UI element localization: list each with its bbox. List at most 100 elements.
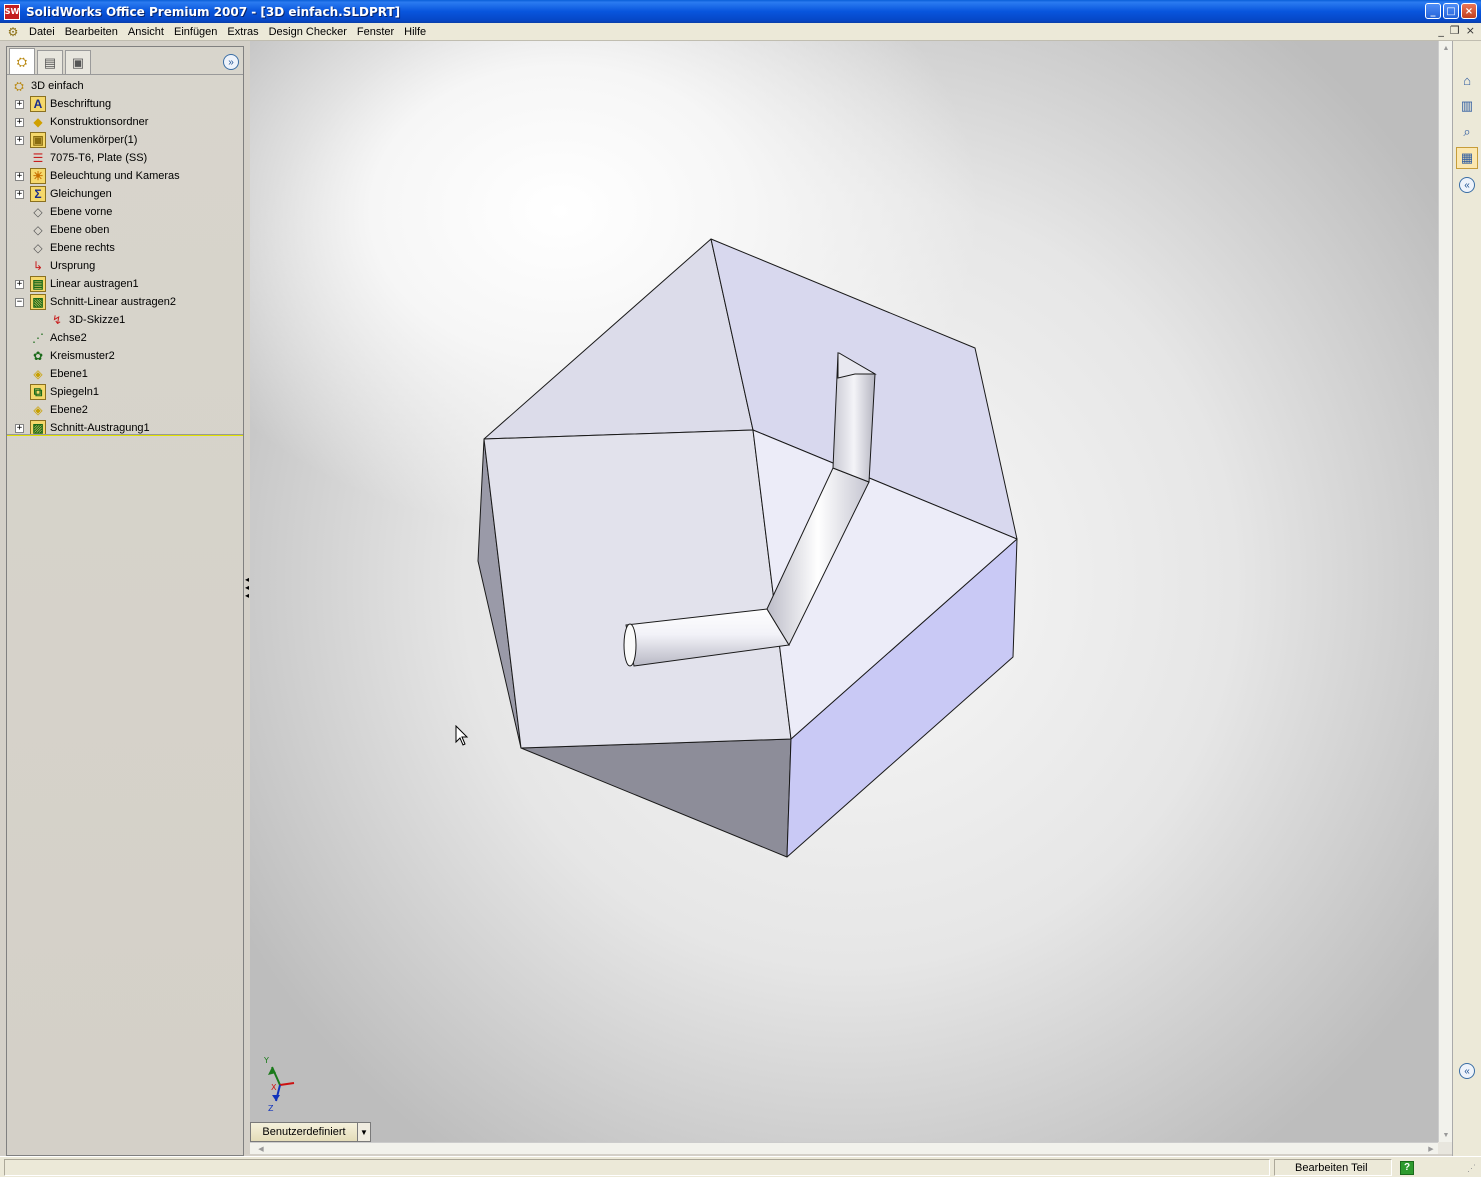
minimize-button[interactable]: _ xyxy=(1425,3,1441,19)
document-menu-icon[interactable]: ⚙ xyxy=(6,25,20,39)
view-orientation-dropdown[interactable]: ▼ xyxy=(358,1122,371,1142)
tree-item[interactable]: ◈ Ebene2 xyxy=(7,401,243,419)
scroll-down-icon[interactable]: ▼ xyxy=(1439,1128,1453,1142)
ref-plane-icon: ◈ xyxy=(33,403,43,417)
menu-bar: ⚙ Datei Bearbeiten Ansicht Einfügen Extr… xyxy=(0,23,1481,41)
3d-sketch-icon: ↯ xyxy=(51,313,63,327)
tree-item-label: Spiegeln1 xyxy=(50,386,99,398)
plane-icon: ◇ xyxy=(33,223,43,237)
scroll-up-icon[interactable]: ▲ xyxy=(1439,41,1453,55)
feature-manager-panel: ⛭ ▤ ▣ » ⛭ 3D einfach + A Beschriftung + ◆ Kon… xyxy=(6,46,244,1156)
tree-item[interactable]: ◈ Ebene1 xyxy=(7,365,243,383)
tree-item[interactable]: + Σ Gleichungen xyxy=(7,185,243,203)
annotations-icon: A xyxy=(30,96,46,112)
face-front-left xyxy=(483,429,792,749)
title-bar[interactable]: SW SolidWorks Office Premium 2007 - [3D … xyxy=(0,0,1481,23)
plane-icon: ◇ xyxy=(33,205,43,219)
menu-fenster[interactable]: Fenster xyxy=(352,24,399,40)
tree-item[interactable]: ↳ Ursprung xyxy=(7,257,243,275)
expand-icon[interactable]: + xyxy=(15,135,24,145)
expand-icon[interactable]: + xyxy=(15,117,24,127)
tab-feature-manager[interactable]: ⛭ xyxy=(9,48,35,74)
collapse-icon[interactable]: − xyxy=(15,297,24,307)
tree-item-label: 3D-Skizze1 xyxy=(69,314,126,326)
expand-icon[interactable]: + xyxy=(15,423,24,433)
tab-configuration-manager[interactable]: ▣ xyxy=(65,50,91,74)
tree-item[interactable]: ◇ Ebene vorne xyxy=(7,203,243,221)
menu-extras[interactable]: Extras xyxy=(222,24,263,40)
rollback-bar[interactable] xyxy=(7,434,243,436)
double-chevron-right-icon: » xyxy=(228,56,234,68)
doc-minimize-button[interactable]: _ xyxy=(1438,24,1444,37)
help-icon: ? xyxy=(1400,1160,1414,1175)
material-icon: ☰ xyxy=(32,151,44,165)
task-pane-expand-button[interactable]: « xyxy=(1459,177,1475,193)
close-button[interactable]: × xyxy=(1461,3,1477,19)
expand-icon[interactable]: + xyxy=(15,279,24,289)
file-explorer-button[interactable]: ⌕ xyxy=(1456,121,1478,143)
tree-item-label: Kreismuster2 xyxy=(50,350,115,362)
tree-item[interactable]: ↯ 3D-Skizze1 xyxy=(7,311,243,329)
vertical-scrollbar[interactable]: ▲ ▼ xyxy=(1438,41,1452,1142)
view-orientation-selector[interactable]: Benutzerdefiniert ▼ xyxy=(250,1122,371,1142)
menu-bearbeiten[interactable]: Bearbeiten xyxy=(60,24,123,40)
panel-tabs: ⛭ ▤ ▣ » xyxy=(7,47,243,75)
tree-root[interactable]: ⛭ 3D einfach xyxy=(7,77,243,95)
home-icon: ⌂ xyxy=(1463,72,1471,88)
tree-item[interactable]: + ◆ Konstruktionsordner xyxy=(7,113,243,131)
expand-icon[interactable]: + xyxy=(15,171,24,181)
expand-icon[interactable]: + xyxy=(15,189,24,199)
tree-item[interactable]: + ☀ Beleuchtung und Kameras xyxy=(7,167,243,185)
tree-item[interactable]: + ▤ Linear austragen1 xyxy=(7,275,243,293)
quick-tips-button[interactable]: ? xyxy=(1396,1159,1418,1176)
menu-design-checker[interactable]: Design Checker xyxy=(264,24,352,40)
expand-icon[interactable]: + xyxy=(15,99,24,109)
menu-datei[interactable]: Datei xyxy=(24,24,60,40)
tree-item[interactable]: ◇ Ebene rechts xyxy=(7,239,243,257)
tree-item[interactable]: ⧉ Spiegeln1 xyxy=(7,383,243,401)
tab-property-manager[interactable]: ▤ xyxy=(37,50,63,74)
doc-restore-button[interactable]: ❐ xyxy=(1450,24,1460,37)
feature-tree: ⛭ 3D einfach + A Beschriftung + ◆ Konstruktio… xyxy=(7,75,243,437)
tree-item-label: Konstruktionsordner xyxy=(50,116,149,128)
menu-ansicht[interactable]: Ansicht xyxy=(123,24,169,40)
menu-einfuegen[interactable]: Einfügen xyxy=(169,24,222,40)
maximize-button[interactable]: □ xyxy=(1443,3,1459,19)
feature-manager-icon: ⛭ xyxy=(16,53,28,69)
tree-item[interactable]: ☰ 7075-T6, Plate (SS) xyxy=(7,149,243,167)
resize-grip-icon[interactable]: ⋰ xyxy=(1467,1163,1479,1175)
tree-item[interactable]: + A Beschriftung xyxy=(7,95,243,113)
origin-icon: ↳ xyxy=(32,259,44,273)
tree-item[interactable]: − ▧ Schnitt-Linear austragen2 xyxy=(7,293,243,311)
view-palette-button[interactable]: ▦ xyxy=(1456,147,1478,169)
axis-icon: ⋰ xyxy=(32,331,44,345)
menu-hilfe[interactable]: Hilfe xyxy=(399,24,431,40)
task-pane: ⌂ ▥ ⌕ ▦ « « xyxy=(1452,41,1481,1156)
view-orientation-name[interactable]: Benutzerdefiniert xyxy=(250,1122,358,1142)
horizontal-scrollbar[interactable]: ◀ ▶ xyxy=(250,1142,1438,1154)
doc-close-button[interactable]: × xyxy=(1466,24,1475,37)
task-pane-collapse-button[interactable]: « xyxy=(1459,1063,1475,1079)
design-library-button[interactable]: ▥ xyxy=(1456,95,1478,117)
tree-item[interactable]: ◇ Ebene oben xyxy=(7,221,243,239)
part-model[interactable] xyxy=(250,41,1438,1142)
tree-item[interactable]: ⋰ Achse2 xyxy=(7,329,243,347)
tree-item[interactable]: ✿ Kreismuster2 xyxy=(7,347,243,365)
tree-item[interactable]: + ▣ Volumenkörper(1) xyxy=(7,131,243,149)
circular-pattern-icon: ✿ xyxy=(32,349,44,363)
solidworks-app-icon[interactable]: SW xyxy=(4,3,20,20)
tree-item-label: Ebene2 xyxy=(50,404,88,416)
scroll-right-icon[interactable]: ▶ xyxy=(1424,1142,1438,1156)
part-icon: ⛭ xyxy=(14,78,24,93)
tree-item-label: Schnitt-Austragung1 xyxy=(50,422,150,434)
tree-item-label: Beleuchtung und Kameras xyxy=(50,170,180,182)
tree-item-label: Gleichungen xyxy=(50,188,112,200)
scroll-left-icon[interactable]: ◀ xyxy=(254,1142,268,1156)
status-mode: Bearbeiten Teil xyxy=(1274,1159,1392,1176)
solid-bodies-icon: ▣ xyxy=(30,132,46,148)
graphics-area[interactable]: Y X Z Benutzerdefiniert ▼ xyxy=(250,41,1438,1142)
tree-item-label: Ebene1 xyxy=(50,368,88,380)
expand-panel-button[interactable]: » xyxy=(223,54,239,70)
solidworks-resources-button[interactable]: ⌂ xyxy=(1456,69,1478,91)
solidworks-window: SW SolidWorks Office Premium 2007 - [3D … xyxy=(0,0,1481,1177)
